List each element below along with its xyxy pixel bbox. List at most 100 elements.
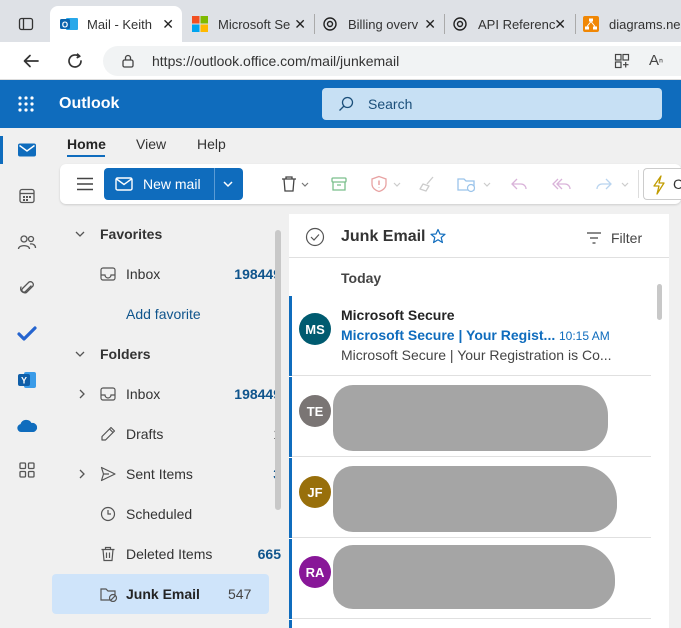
folder-scrollbar[interactable]	[275, 230, 281, 510]
yammer-icon[interactable]: Y	[15, 368, 39, 392]
folder-label: Scheduled	[126, 506, 193, 522]
attachment-icon[interactable]	[15, 276, 39, 300]
folder-title: Junk Email	[341, 228, 426, 245]
tab-diagrams[interactable]: diagrams.ne	[577, 6, 681, 42]
folders-header[interactable]: Folders	[64, 334, 281, 374]
tab-label: diagrams.ne	[609, 16, 681, 32]
item-count: 547	[228, 586, 252, 602]
people-icon[interactable]	[15, 230, 39, 254]
search-input[interactable]: Search	[322, 88, 662, 120]
url-text: https://outlook.office.com/mail/junkemai…	[152, 53, 400, 69]
filter-label[interactable]: Filter	[611, 230, 642, 246]
app-header: Outlook Search	[0, 80, 681, 128]
tab-microsoft[interactable]: Microsoft Se ✕	[186, 6, 314, 42]
folder-item-drafts[interactable]: Drafts 1	[64, 414, 281, 454]
folder-item-junk[interactable]: Junk Email 547	[52, 574, 269, 614]
app-rail: Y	[0, 128, 52, 628]
subject: Microsoft Secure | Your Regist...	[341, 327, 556, 343]
reply-icon[interactable]	[509, 175, 529, 193]
sweep-icon[interactable]	[418, 175, 436, 193]
browser-tab-bar: O Mail - Keith ✕ Microsoft Se ✕ Billing …	[0, 0, 681, 42]
folder-item-deleted[interactable]: Deleted Items 665	[64, 534, 281, 574]
unread-count: 665	[257, 546, 281, 562]
message-row[interactable]: MS Microsoft Secure Microsoft Secure | Y…	[289, 296, 651, 376]
refresh-icon[interactable]	[66, 52, 84, 70]
message-row[interactable]	[289, 620, 651, 628]
read-aloud-icon[interactable]: Aⁿ	[649, 52, 663, 69]
message-scrollbar[interactable]	[657, 284, 662, 320]
tab-api-reference[interactable]: API Referenc ✕	[446, 6, 574, 42]
message-list: Junk Email Filter Today MS Microsoft Sec…	[289, 214, 669, 628]
preview-text: Microsoft Secure | Your Registration is …	[341, 347, 612, 363]
chevron-down-icon	[74, 348, 86, 360]
address-bar[interactable]: https://outlook.office.com/mail/junkemai…	[103, 46, 681, 76]
select-all-icon[interactable]	[305, 227, 325, 247]
forward-icon[interactable]	[594, 175, 634, 193]
message-row[interactable]: TE	[289, 377, 651, 457]
tab-help[interactable]: Help	[197, 136, 226, 152]
close-icon[interactable]: ✕	[424, 16, 436, 33]
favorite-item-inbox[interactable]: Inbox 198449	[64, 254, 281, 294]
unread-count: 198449	[234, 386, 281, 402]
folder-label: Deleted Items	[126, 546, 213, 562]
group-header: Today	[289, 258, 651, 296]
inbox-icon	[100, 387, 116, 401]
tab-mail[interactable]: O Mail - Keith ✕	[50, 6, 182, 42]
quick-steps-button[interactable]: C	[643, 168, 681, 200]
chevron-down-icon[interactable]	[222, 178, 234, 190]
message-row[interactable]: JF	[289, 458, 651, 538]
calendar-icon[interactable]	[15, 184, 39, 208]
move-to-icon[interactable]	[456, 175, 494, 193]
junk-icon	[100, 586, 118, 602]
todo-icon[interactable]	[15, 322, 39, 346]
redaction	[333, 385, 608, 451]
add-favorite-link[interactable]: Add favorite	[64, 294, 281, 334]
delete-icon	[100, 546, 116, 562]
envelope-icon	[115, 177, 133, 191]
tab-home[interactable]: Home	[67, 136, 106, 152]
mail-icon[interactable]	[15, 138, 39, 162]
chevron-right-icon[interactable]	[76, 388, 88, 400]
filter-icon[interactable]	[586, 231, 602, 245]
onedrive-icon[interactable]	[15, 414, 39, 438]
unread-indicator	[289, 539, 292, 619]
tab-actions-icon[interactable]	[18, 16, 34, 32]
folders-label: Folders	[100, 346, 151, 362]
svg-text:O: O	[62, 21, 68, 30]
close-icon[interactable]: ✕	[554, 16, 566, 33]
reply-all-icon[interactable]	[551, 175, 573, 193]
unread-indicator	[289, 296, 292, 376]
star-icon[interactable]	[430, 228, 446, 244]
received-time: 10:15 AM	[559, 329, 610, 343]
main-area: Home View Help New mail C Favorites Inbo…	[52, 128, 681, 628]
delete-icon[interactable]	[280, 175, 310, 193]
folder-item-inbox[interactable]: Inbox 198449	[64, 374, 281, 414]
group-label: Today	[341, 270, 382, 286]
archive-icon[interactable]	[330, 175, 348, 193]
app-launcher-icon[interactable]	[18, 96, 36, 112]
favorites-header[interactable]: Favorites	[64, 214, 281, 254]
folder-label: Sent Items	[126, 466, 193, 482]
app-available-icon[interactable]	[614, 53, 630, 69]
new-mail-button[interactable]: New mail	[104, 168, 243, 200]
back-icon[interactable]	[22, 52, 40, 70]
split-divider	[214, 168, 215, 200]
more-apps-icon[interactable]	[15, 458, 39, 482]
add-favorite-label: Add favorite	[126, 306, 201, 322]
unread-indicator	[289, 458, 292, 538]
lock-icon	[121, 54, 135, 68]
chevron-right-icon[interactable]	[76, 468, 88, 480]
avatar: RA	[299, 556, 331, 588]
drafts-icon	[100, 426, 116, 442]
tab-view[interactable]: View	[136, 136, 166, 152]
close-icon[interactable]: ✕	[162, 16, 174, 33]
tab-billing[interactable]: Billing overv ✕	[316, 6, 444, 42]
hamburger-icon[interactable]	[76, 177, 94, 191]
close-icon[interactable]: ✕	[294, 16, 306, 33]
report-icon[interactable]	[370, 175, 404, 193]
folder-item-sent[interactable]: Sent Items 3	[64, 454, 281, 494]
tab-home-underline	[67, 155, 105, 157]
new-mail-label: New mail	[143, 176, 201, 192]
message-row[interactable]: RA	[289, 539, 651, 619]
folder-item-scheduled[interactable]: Scheduled	[64, 494, 281, 534]
